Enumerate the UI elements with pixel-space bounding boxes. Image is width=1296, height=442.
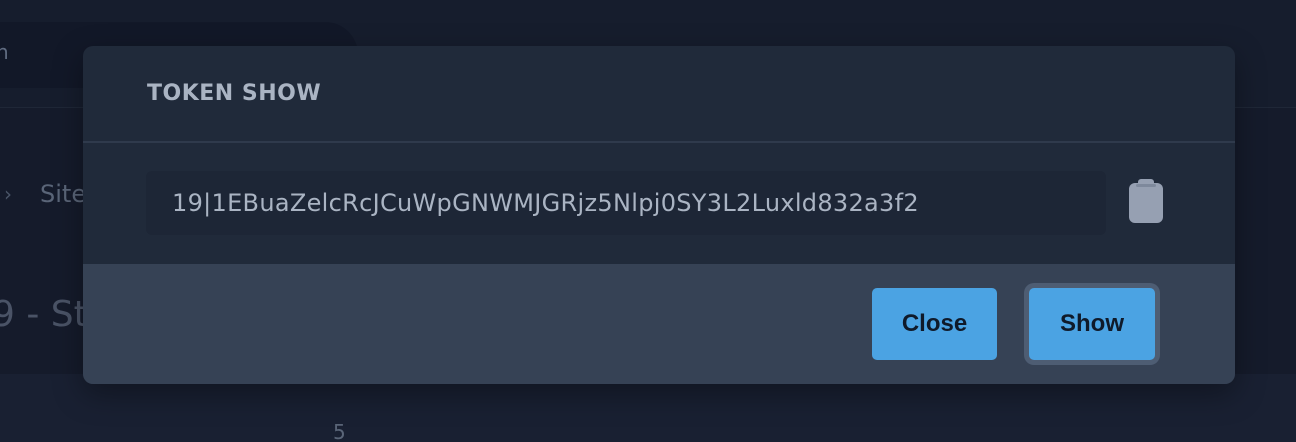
modal-footer: Close Show <box>83 264 1235 384</box>
background-page-title: 9 - St <box>0 294 88 335</box>
modal-body: 19|1EBuaZelcRcJCuWpGNWMJGRjz5Nlpj0SY3L2L… <box>83 143 1235 263</box>
copy-token-button[interactable] <box>1128 179 1164 227</box>
background-card <box>0 374 1296 442</box>
modal-header: TOKEN SHOW <box>83 46 1235 143</box>
token-modal: TOKEN SHOW 19|1EBuaZelcRcJCuWpGNWMJGRjz5… <box>83 46 1235 384</box>
close-button[interactable]: Close <box>872 288 997 360</box>
background-search-text: n <box>0 40 9 64</box>
token-value-field[interactable]: 19|1EBuaZelcRcJCuWpGNWMJGRjz5Nlpj0SY3L2L… <box>146 171 1106 235</box>
chevron-right-icon: › <box>4 182 12 206</box>
background-number: 5 <box>333 420 346 442</box>
background-breadcrumb: Site <box>40 180 87 208</box>
clipboard-icon <box>1129 179 1163 227</box>
show-button[interactable]: Show <box>1029 288 1155 360</box>
modal-title: TOKEN SHOW <box>147 81 322 106</box>
